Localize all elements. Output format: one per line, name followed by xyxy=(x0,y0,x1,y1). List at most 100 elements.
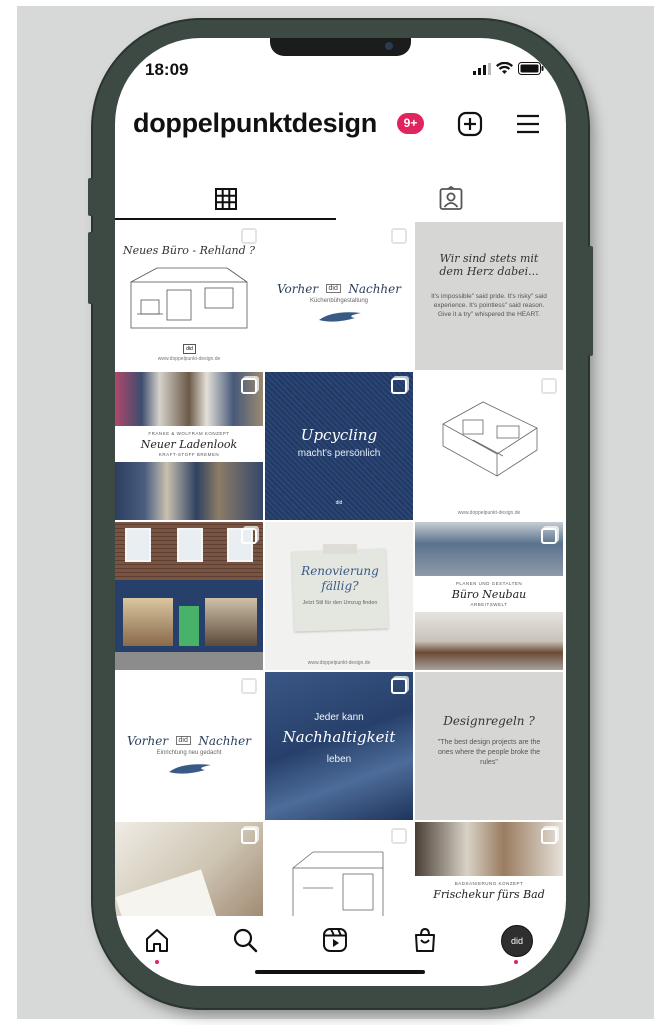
post-tile[interactable]: BADSANIERUNG KONZEPT Frischekur fürs Bad xyxy=(415,822,563,922)
post-subtitle: Küchenbühgestaltung xyxy=(309,298,369,304)
post-tile[interactable] xyxy=(115,822,263,922)
post-kicker: BADSANIERUNG KONZEPT xyxy=(454,881,524,886)
post-title: Upcycling xyxy=(300,426,378,444)
carousel-icon xyxy=(391,228,407,244)
post-tile[interactable]: Neues Büro - Rehland ? did www.doppelpun… xyxy=(115,222,263,370)
brush-stroke xyxy=(319,312,361,322)
wifi-icon xyxy=(496,62,513,74)
status-icons xyxy=(473,62,544,75)
window xyxy=(177,528,203,562)
carousel-icon xyxy=(541,528,557,544)
post-title-row: Vorher did Nachher xyxy=(115,732,263,750)
post-title-row: Vorher did Nachher xyxy=(265,280,413,298)
tagged-person-icon xyxy=(439,186,463,210)
carousel-icon xyxy=(241,528,257,544)
post-title: Büro Neubau xyxy=(451,588,527,601)
reels-icon[interactable] xyxy=(321,926,349,954)
new-post-icon[interactable] xyxy=(456,110,484,138)
post-tile[interactable] xyxy=(115,522,263,670)
profile-tabs xyxy=(115,178,566,222)
carousel-icon xyxy=(541,828,557,844)
post-title: Designregeln ? xyxy=(443,714,535,728)
post-title: Frischekur fürs Bad xyxy=(433,888,545,901)
post-tile[interactable]: Jeder kann Nachhaltigkeit leben xyxy=(265,672,413,820)
profile-avatar-icon[interactable]: did xyxy=(501,925,533,957)
post-tile[interactable] xyxy=(265,822,413,922)
post-body: It's impossible" said pride. It's risky"… xyxy=(431,293,547,318)
side-button xyxy=(88,178,93,216)
post-title-2: Nachher xyxy=(348,282,401,296)
post-kicker: PLANEN UND GESTALTEN xyxy=(455,581,523,586)
post-subtitle: Einrichtung neu gedacht xyxy=(156,750,222,756)
office-photo xyxy=(415,612,563,670)
sketch-illustration xyxy=(130,267,248,329)
carousel-icon xyxy=(391,678,407,694)
post-title: Neues Büro - Rehland ? xyxy=(122,244,256,257)
logo: did xyxy=(335,500,343,506)
post-tile[interactable]: Renovierung fällig? Jetzt Stil für den U… xyxy=(265,522,413,670)
post-tile[interactable]: Designregeln ? "The best design projects… xyxy=(415,672,563,820)
shop-photo xyxy=(115,462,263,520)
post-subtitle: leben xyxy=(326,754,352,765)
post-body: "The best design projects are the ones w… xyxy=(437,739,541,766)
shop-window xyxy=(123,598,173,646)
post-title: Wir sind stets mit dem Herz dabei... xyxy=(439,252,539,278)
window xyxy=(125,528,151,562)
home-indicator[interactable] xyxy=(255,970,425,974)
post-title: Renovierung fällig? xyxy=(301,564,379,593)
post-tile[interactable]: www.doppelpunkt-design.de xyxy=(415,372,563,520)
post-tile[interactable]: FRANKE & WOLFRAM KONZEPT Neuer Ladenlook… xyxy=(115,372,263,520)
menu-icon[interactable] xyxy=(514,110,542,138)
post-subtitle: macht's persönlich xyxy=(297,448,381,459)
street xyxy=(115,652,263,670)
shop-sign xyxy=(179,606,199,646)
post-tile[interactable]: Wir sind stets mit dem Herz dabei... It'… xyxy=(415,222,563,370)
post-title: Nachhaltigkeit xyxy=(282,728,396,746)
plans-photo xyxy=(115,869,217,922)
search-icon[interactable] xyxy=(231,926,259,954)
carousel-icon xyxy=(241,228,257,244)
logo: did xyxy=(175,736,191,746)
cellular-signal-icon xyxy=(473,63,491,75)
side-button xyxy=(588,246,593,356)
carousel-icon xyxy=(541,378,557,394)
post-title: Vorher xyxy=(276,282,319,296)
post-title: Vorher xyxy=(126,734,169,748)
post-title-2: Nachher xyxy=(198,734,251,748)
post-footer: www.doppelpunkt-design.de xyxy=(457,510,521,516)
post-tile[interactable]: PLANEN UND GESTALTEN Büro Neubau ARBEITS… xyxy=(415,522,563,670)
tape xyxy=(323,544,357,554)
sketch-illustration xyxy=(292,851,384,918)
notification-badge[interactable]: 9+ xyxy=(397,113,424,134)
sketch-illustration xyxy=(442,401,538,477)
grid-icon xyxy=(214,188,237,210)
post-tile[interactable]: Vorher did Nachher Einrichtung neu gedac… xyxy=(115,672,263,820)
logo: did xyxy=(325,284,341,294)
tab-grid[interactable] xyxy=(115,178,336,220)
post-tile[interactable]: Upcycling macht's persönlich did xyxy=(265,372,413,520)
post-grid: Neues Büro - Rehland ? did www.doppelpun… xyxy=(115,222,566,922)
shop-window xyxy=(205,598,257,646)
battery-icon xyxy=(518,62,544,75)
phone-screen: 18:09 doppelpunktdesign 9+ Neues Büro - … xyxy=(115,38,566,986)
post-pre: Jeder kann xyxy=(314,712,364,723)
brush-stroke xyxy=(169,764,211,774)
tab-tagged[interactable] xyxy=(336,178,566,220)
home-notification-dot xyxy=(155,960,159,964)
status-time: 18:09 xyxy=(145,60,189,79)
camera xyxy=(385,42,393,50)
post-footer: www.doppelpunkt-design.de xyxy=(307,660,371,666)
post-footer: www.doppelpunkt-design.de xyxy=(157,356,221,362)
profile-username[interactable]: doppelpunktdesign xyxy=(133,108,377,139)
logo: did xyxy=(183,344,196,354)
profile-notification-dot xyxy=(514,960,518,964)
shop-bag-icon[interactable] xyxy=(411,926,439,954)
carousel-icon xyxy=(391,828,407,844)
post-subtitle: Jetzt Stil für den Umzug finden xyxy=(302,600,378,606)
carousel-icon xyxy=(391,378,407,394)
post-kicker: FRANKE & WOLFRAM KONZEPT xyxy=(148,431,230,436)
home-icon[interactable] xyxy=(143,926,171,954)
post-tile[interactable]: Vorher did Nachher Küchenbühgestaltung xyxy=(265,222,413,370)
carousel-icon xyxy=(241,378,257,394)
post-subtitle: ARBEITSWELT xyxy=(470,602,508,607)
